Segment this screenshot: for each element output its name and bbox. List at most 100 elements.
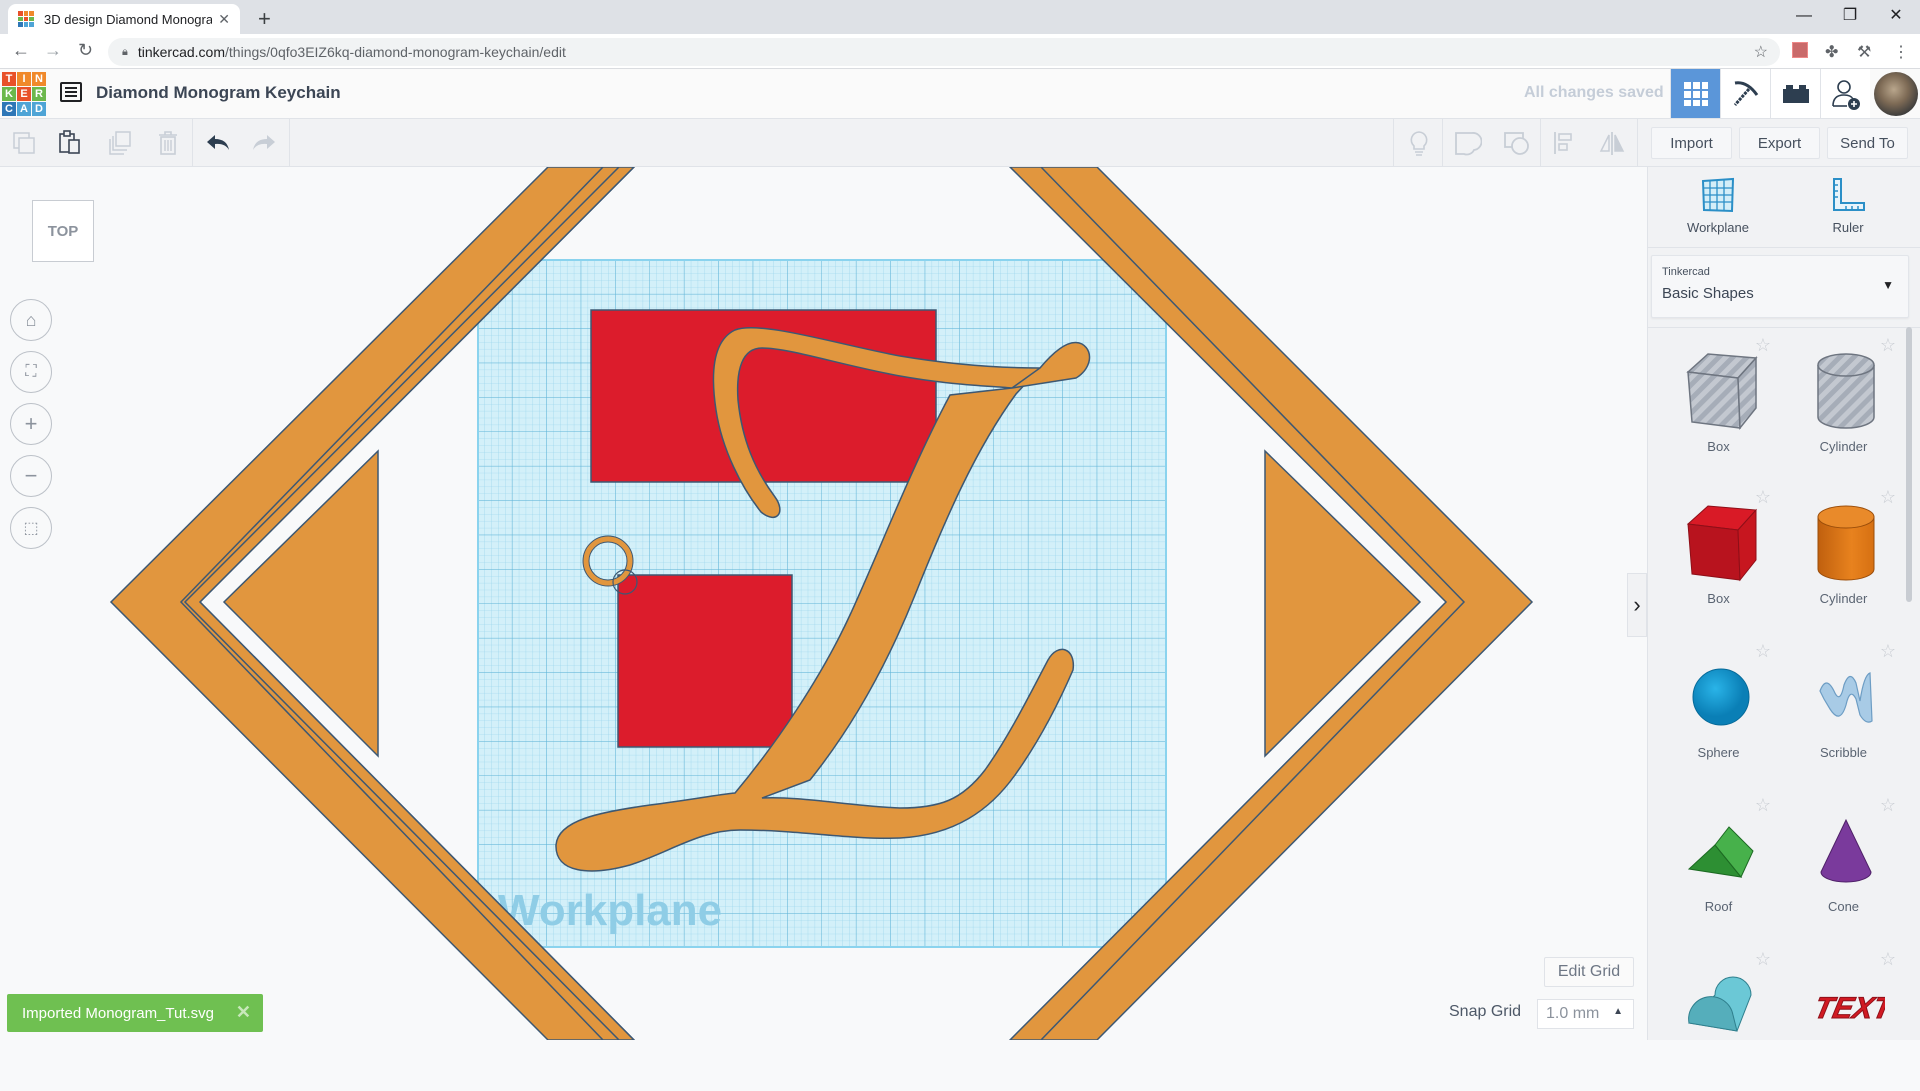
save-status: All changes saved	[1524, 84, 1664, 101]
design-list-icon[interactable]	[60, 82, 82, 102]
notes-button[interactable]	[1403, 127, 1435, 159]
perspective-button[interactable]: ⬚	[10, 507, 52, 549]
caret-up-icon: ▲	[1613, 1006, 1623, 1017]
zoom-out-button[interactable]: −	[10, 455, 52, 497]
shape-roof[interactable]: ☆ Roof	[1656, 787, 1781, 937]
panel-collapse-button[interactable]: ›	[1627, 573, 1647, 637]
user-avatar[interactable]	[1874, 72, 1918, 116]
text-shape-icon: TEXT	[1811, 992, 1885, 1026]
align-button[interactable]	[1548, 127, 1580, 159]
workplane-icon	[1701, 177, 1735, 213]
shape-text[interactable]: ☆ TEXT	[1781, 941, 1906, 1091]
invite-user-button[interactable]	[1820, 69, 1870, 118]
minimize-button[interactable]: —	[1781, 2, 1827, 30]
shape-cone[interactable]: ☆ Cone	[1781, 787, 1906, 937]
cylinder-icon	[1817, 505, 1875, 581]
snap-grid-label: Snap Grid	[1449, 1003, 1522, 1020]
design-title[interactable]: Diamond Monogram Keychain	[96, 83, 341, 103]
shape-box-hole[interactable]: ☆ Box	[1656, 327, 1781, 477]
tools-extension-icon[interactable]: ⚒	[1857, 42, 1871, 62]
shape-sphere[interactable]: ☆ Sphere	[1656, 633, 1781, 783]
mirror-icon	[1599, 132, 1625, 155]
brick-icon	[1782, 84, 1809, 103]
shape-label: Roof	[1704, 899, 1733, 914]
ruler-tool[interactable]: Ruler	[1798, 177, 1898, 235]
snap-grid-value: 1.0 mm	[1546, 1005, 1600, 1022]
restore-button[interactable]: ❐	[1827, 2, 1873, 30]
tinkercad-favicon	[18, 11, 34, 27]
copy-button[interactable]	[8, 127, 40, 159]
zoom-in-button[interactable]: +	[10, 403, 52, 445]
shape-scribble[interactable]: ☆ Scribble	[1781, 633, 1906, 783]
shape-round-roof[interactable]: ☆	[1656, 941, 1781, 1091]
browser-tab-bar: 3D design Diamond Monogram Keychain ✕ + …	[0, 0, 1920, 34]
workplane-tool-label: Workplane	[1687, 220, 1749, 235]
scene: Workplane	[109, 167, 1534, 1040]
app-header: T I N K E R C A D Diamond Monogram Keych…	[0, 69, 1920, 119]
home-view-button[interactable]: ⌂	[10, 299, 52, 341]
extensions-puzzle-icon[interactable]: ✤	[1825, 42, 1838, 62]
ungroup-icon	[1504, 132, 1529, 155]
url-input[interactable]: 🔒︎ tinkercad.com/things/0qfo3EIZ6kq-diam…	[108, 38, 1780, 66]
toast-close-icon[interactable]: ✕	[236, 1002, 251, 1023]
panel-divider	[1648, 247, 1920, 248]
fit-view-button[interactable]: ⛶	[10, 351, 52, 393]
scribble-icon	[1819, 672, 1873, 723]
svg-text:TEXT: TEXT	[1811, 992, 1885, 1025]
codeblocks-button[interactable]	[1720, 69, 1770, 118]
logo-letter: N	[32, 72, 46, 86]
edit-grid-button[interactable]: Edit Grid	[1544, 957, 1634, 987]
duplicate-icon	[109, 131, 131, 155]
bookmark-star-icon[interactable]: ☆	[1754, 42, 1768, 62]
url-path: /things/0qfo3EIZ6kq-diamond-monogram-key…	[225, 44, 566, 60]
shape-cylinder[interactable]: ☆ Cylinder	[1781, 479, 1906, 629]
ungroup-button[interactable]	[1501, 127, 1533, 159]
close-window-button[interactable]: ✕	[1873, 2, 1919, 30]
snap-grid-select[interactable]: 1.0 mm ▲	[1537, 999, 1634, 1029]
view-cube[interactable]: TOP	[32, 200, 94, 262]
undo-button[interactable]	[202, 127, 234, 159]
3d-design-view-button[interactable]	[1670, 69, 1720, 118]
forward-button[interactable]: →	[44, 40, 62, 61]
design-canvas[interactable]: Workplane TOP ⌂ ⛶ + − ⬚ ›	[0, 167, 1647, 1040]
logo-letter: R	[32, 87, 46, 101]
new-tab-button[interactable]: +	[258, 6, 271, 32]
library-source: Tinkercad	[1662, 266, 1710, 278]
delete-button[interactable]	[152, 127, 184, 159]
shape-label: Box	[1707, 591, 1730, 606]
shape-label: Box	[1707, 439, 1730, 454]
redo-button[interactable]	[248, 127, 280, 159]
paste-icon	[59, 130, 80, 154]
add-user-icon	[1831, 79, 1860, 110]
shape-cylinder-hole[interactable]: ☆ Cylinder	[1781, 327, 1906, 477]
zoom-in-icon: +	[24, 411, 38, 436]
tab-close-icon[interactable]: ✕	[218, 11, 230, 28]
pdf-extension-icon[interactable]	[1792, 42, 1808, 58]
toolbar-divider	[192, 119, 193, 167]
cone-icon	[1820, 818, 1872, 883]
logo-letter: E	[17, 87, 31, 101]
shape-box[interactable]: ☆ Box	[1656, 479, 1781, 629]
lock-icon: 🔒︎	[122, 45, 128, 58]
panel-scrollbar[interactable]	[1906, 327, 1912, 602]
mirror-button[interactable]	[1596, 127, 1628, 159]
tinkercad-logo[interactable]: T I N K E R C A D	[2, 72, 46, 116]
duplicate-button[interactable]	[104, 127, 136, 159]
bricks-button[interactable]	[1770, 69, 1820, 118]
reload-button[interactable]: ↻	[78, 40, 93, 61]
paste-button[interactable]	[54, 127, 86, 159]
shape-library-select[interactable]: Tinkercad Basic Shapes ▼	[1651, 255, 1909, 318]
browser-menu-icon[interactable]: ⋮	[1893, 42, 1909, 62]
address-bar-row: ← → ↻ 🔒︎ tinkercad.com/things/0qfo3EIZ6k…	[0, 34, 1920, 69]
group-button[interactable]	[1452, 127, 1484, 159]
import-button[interactable]: Import	[1651, 127, 1732, 159]
workplane-tool[interactable]: Workplane	[1668, 177, 1768, 235]
browser-tab[interactable]: 3D design Diamond Monogram Keychain ✕	[8, 4, 240, 34]
back-button[interactable]: ←	[12, 40, 30, 61]
export-button[interactable]: Export	[1739, 127, 1820, 159]
red-box-bottom[interactable]	[617, 574, 793, 748]
workplane-label: Workplane	[498, 886, 722, 935]
lightbulb-icon	[1410, 131, 1428, 156]
send-to-button[interactable]: Send To	[1827, 127, 1908, 159]
roof-icon	[1687, 826, 1754, 878]
